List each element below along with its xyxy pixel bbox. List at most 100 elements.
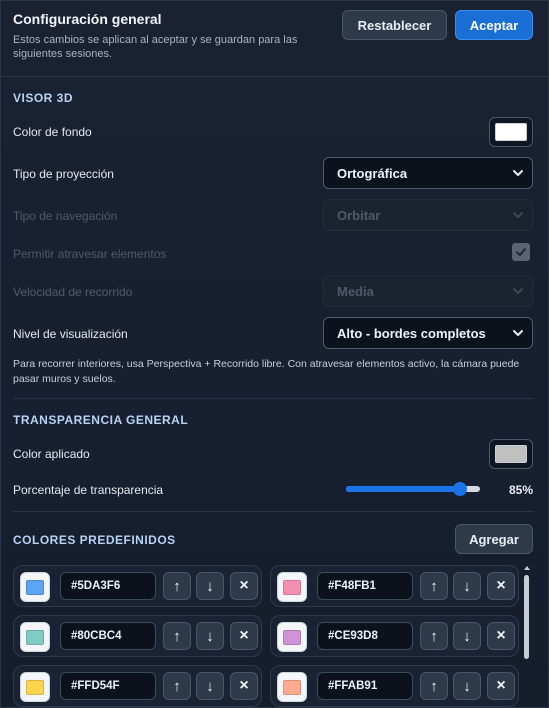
preset-color-card: #CE93D8 ↑ ↓ × [270, 615, 519, 657]
pass-through-checkbox [512, 243, 530, 261]
preset-color-swatch [26, 579, 44, 595]
speed-select-value: Media [337, 283, 374, 299]
arrow-up-icon: ↑ [173, 577, 181, 595]
preset-color-picker[interactable] [277, 672, 307, 702]
preset-color-swatch [283, 679, 301, 695]
preset-color-picker[interactable] [20, 622, 50, 652]
chevron-down-icon [513, 288, 523, 294]
bg-color-label: Color de fondo [13, 125, 92, 139]
chevron-down-icon [513, 170, 523, 176]
dialog-header: Configuración general Estos cambios se a… [1, 1, 548, 77]
preset-color-card: #80CBC4 ↑ ↓ × [13, 615, 262, 657]
chevron-down-icon [513, 212, 523, 218]
projection-select-value: Ortográfica [337, 165, 408, 181]
divider [13, 398, 534, 399]
move-down-button[interactable]: ↓ [196, 622, 224, 650]
preset-color-card: #F48FB1 ↑ ↓ × [270, 565, 519, 607]
arrow-up-icon: ↑ [430, 677, 438, 695]
navigation-select: Orbitar [323, 199, 533, 231]
preset-color-swatch [26, 629, 44, 645]
delete-color-button[interactable]: × [487, 572, 515, 600]
close-icon: × [239, 677, 249, 694]
move-up-button[interactable]: ↑ [420, 572, 448, 600]
reset-button[interactable]: Restablecer [342, 10, 447, 40]
close-icon: × [239, 577, 249, 594]
move-up-button[interactable]: ↑ [420, 622, 448, 650]
divider [13, 511, 534, 512]
arrow-down-icon: ↓ [463, 627, 471, 645]
accept-button[interactable]: Aceptar [455, 10, 533, 40]
preset-color-card: #FFAB91 ↑ ↓ × [270, 665, 519, 707]
viewer-help-text: Para recorrer interiores, usa Perspectiv… [13, 358, 520, 385]
preset-color-card: #5DA3F6 ↑ ↓ × [13, 565, 262, 607]
arrow-up-icon: ↑ [430, 577, 438, 595]
preset-hex-input[interactable]: #FFAB91 [317, 672, 413, 700]
level-select-value: Alto - bordes completos [337, 325, 486, 341]
preset-hex-input[interactable]: #F48FB1 [317, 572, 413, 600]
check-icon [516, 248, 526, 256]
close-icon: × [496, 577, 506, 594]
move-up-button[interactable]: ↑ [163, 572, 191, 600]
preset-color-card: #FFD54F ↑ ↓ × [13, 665, 262, 707]
transparency-slider-fill [346, 486, 460, 492]
arrow-up-icon: ↑ [173, 627, 181, 645]
projection-select[interactable]: Ortográfica [323, 157, 533, 189]
move-down-button[interactable]: ↓ [453, 672, 481, 700]
move-down-button[interactable]: ↓ [453, 622, 481, 650]
preset-color-picker[interactable] [277, 622, 307, 652]
close-icon: × [496, 627, 506, 644]
move-up-button[interactable]: ↑ [420, 672, 448, 700]
move-down-button[interactable]: ↓ [196, 672, 224, 700]
arrow-down-icon: ↓ [206, 677, 214, 695]
preset-hex-input[interactable]: #5DA3F6 [60, 572, 156, 600]
scroll-up-icon[interactable] [524, 565, 530, 571]
move-up-button[interactable]: ↑ [163, 672, 191, 700]
preset-color-picker[interactable] [20, 572, 50, 602]
speed-label: Velocidad de recorrido [13, 285, 133, 299]
chevron-down-icon [513, 330, 523, 336]
bg-color-picker[interactable] [489, 117, 533, 147]
transparency-percent-label: Porcentaje de transparencia [13, 483, 164, 497]
dialog-subtitle: Estos cambios se aplican al aceptar y se… [13, 34, 298, 60]
delete-color-button[interactable]: × [487, 622, 515, 650]
applied-color-swatch [495, 445, 527, 463]
preset-color-swatch [283, 629, 301, 645]
navigation-select-value: Orbitar [337, 207, 381, 223]
level-select[interactable]: Alto - bordes completos [323, 317, 533, 349]
move-down-button[interactable]: ↓ [196, 572, 224, 600]
preset-color-picker[interactable] [20, 672, 50, 702]
move-up-button[interactable]: ↑ [163, 622, 191, 650]
pass-through-label: Permitir atravesar elementos [13, 247, 167, 261]
scrollbar-thumb[interactable] [524, 575, 529, 659]
preset-hex-input[interactable]: #80CBC4 [60, 622, 156, 650]
projection-label: Tipo de proyección [13, 167, 114, 181]
arrow-down-icon: ↓ [463, 577, 471, 595]
dialog-title: Configuración general [13, 11, 162, 27]
navigation-label: Tipo de navegación [13, 209, 118, 223]
section-title-presets: COLORES PREDEFINIDOS [13, 533, 176, 547]
preset-color-swatch [26, 679, 44, 695]
delete-color-button[interactable]: × [230, 572, 258, 600]
arrow-down-icon: ↓ [206, 627, 214, 645]
transparency-slider-thumb[interactable] [452, 482, 467, 496]
move-down-button[interactable]: ↓ [453, 572, 481, 600]
bg-color-swatch [495, 123, 527, 141]
section-title-transparency: TRANSPARENCIA GENERAL [13, 413, 189, 427]
preset-hex-input[interactable]: #CE93D8 [317, 622, 413, 650]
level-label: Nivel de visualización [13, 327, 128, 341]
arrow-up-icon: ↑ [173, 677, 181, 695]
preset-color-swatch [283, 579, 301, 595]
preset-hex-input[interactable]: #FFD54F [60, 672, 156, 700]
applied-color-picker[interactable] [489, 439, 533, 469]
close-icon: × [496, 677, 506, 694]
delete-color-button[interactable]: × [230, 622, 258, 650]
add-color-button[interactable]: Agregar [455, 524, 533, 554]
close-icon: × [239, 627, 249, 644]
arrow-up-icon: ↑ [430, 627, 438, 645]
arrow-down-icon: ↓ [206, 577, 214, 595]
section-title-viewer: VISOR 3D [13, 91, 74, 105]
preset-color-picker[interactable] [277, 572, 307, 602]
arrow-down-icon: ↓ [463, 677, 471, 695]
delete-color-button[interactable]: × [230, 672, 258, 700]
delete-color-button[interactable]: × [487, 672, 515, 700]
